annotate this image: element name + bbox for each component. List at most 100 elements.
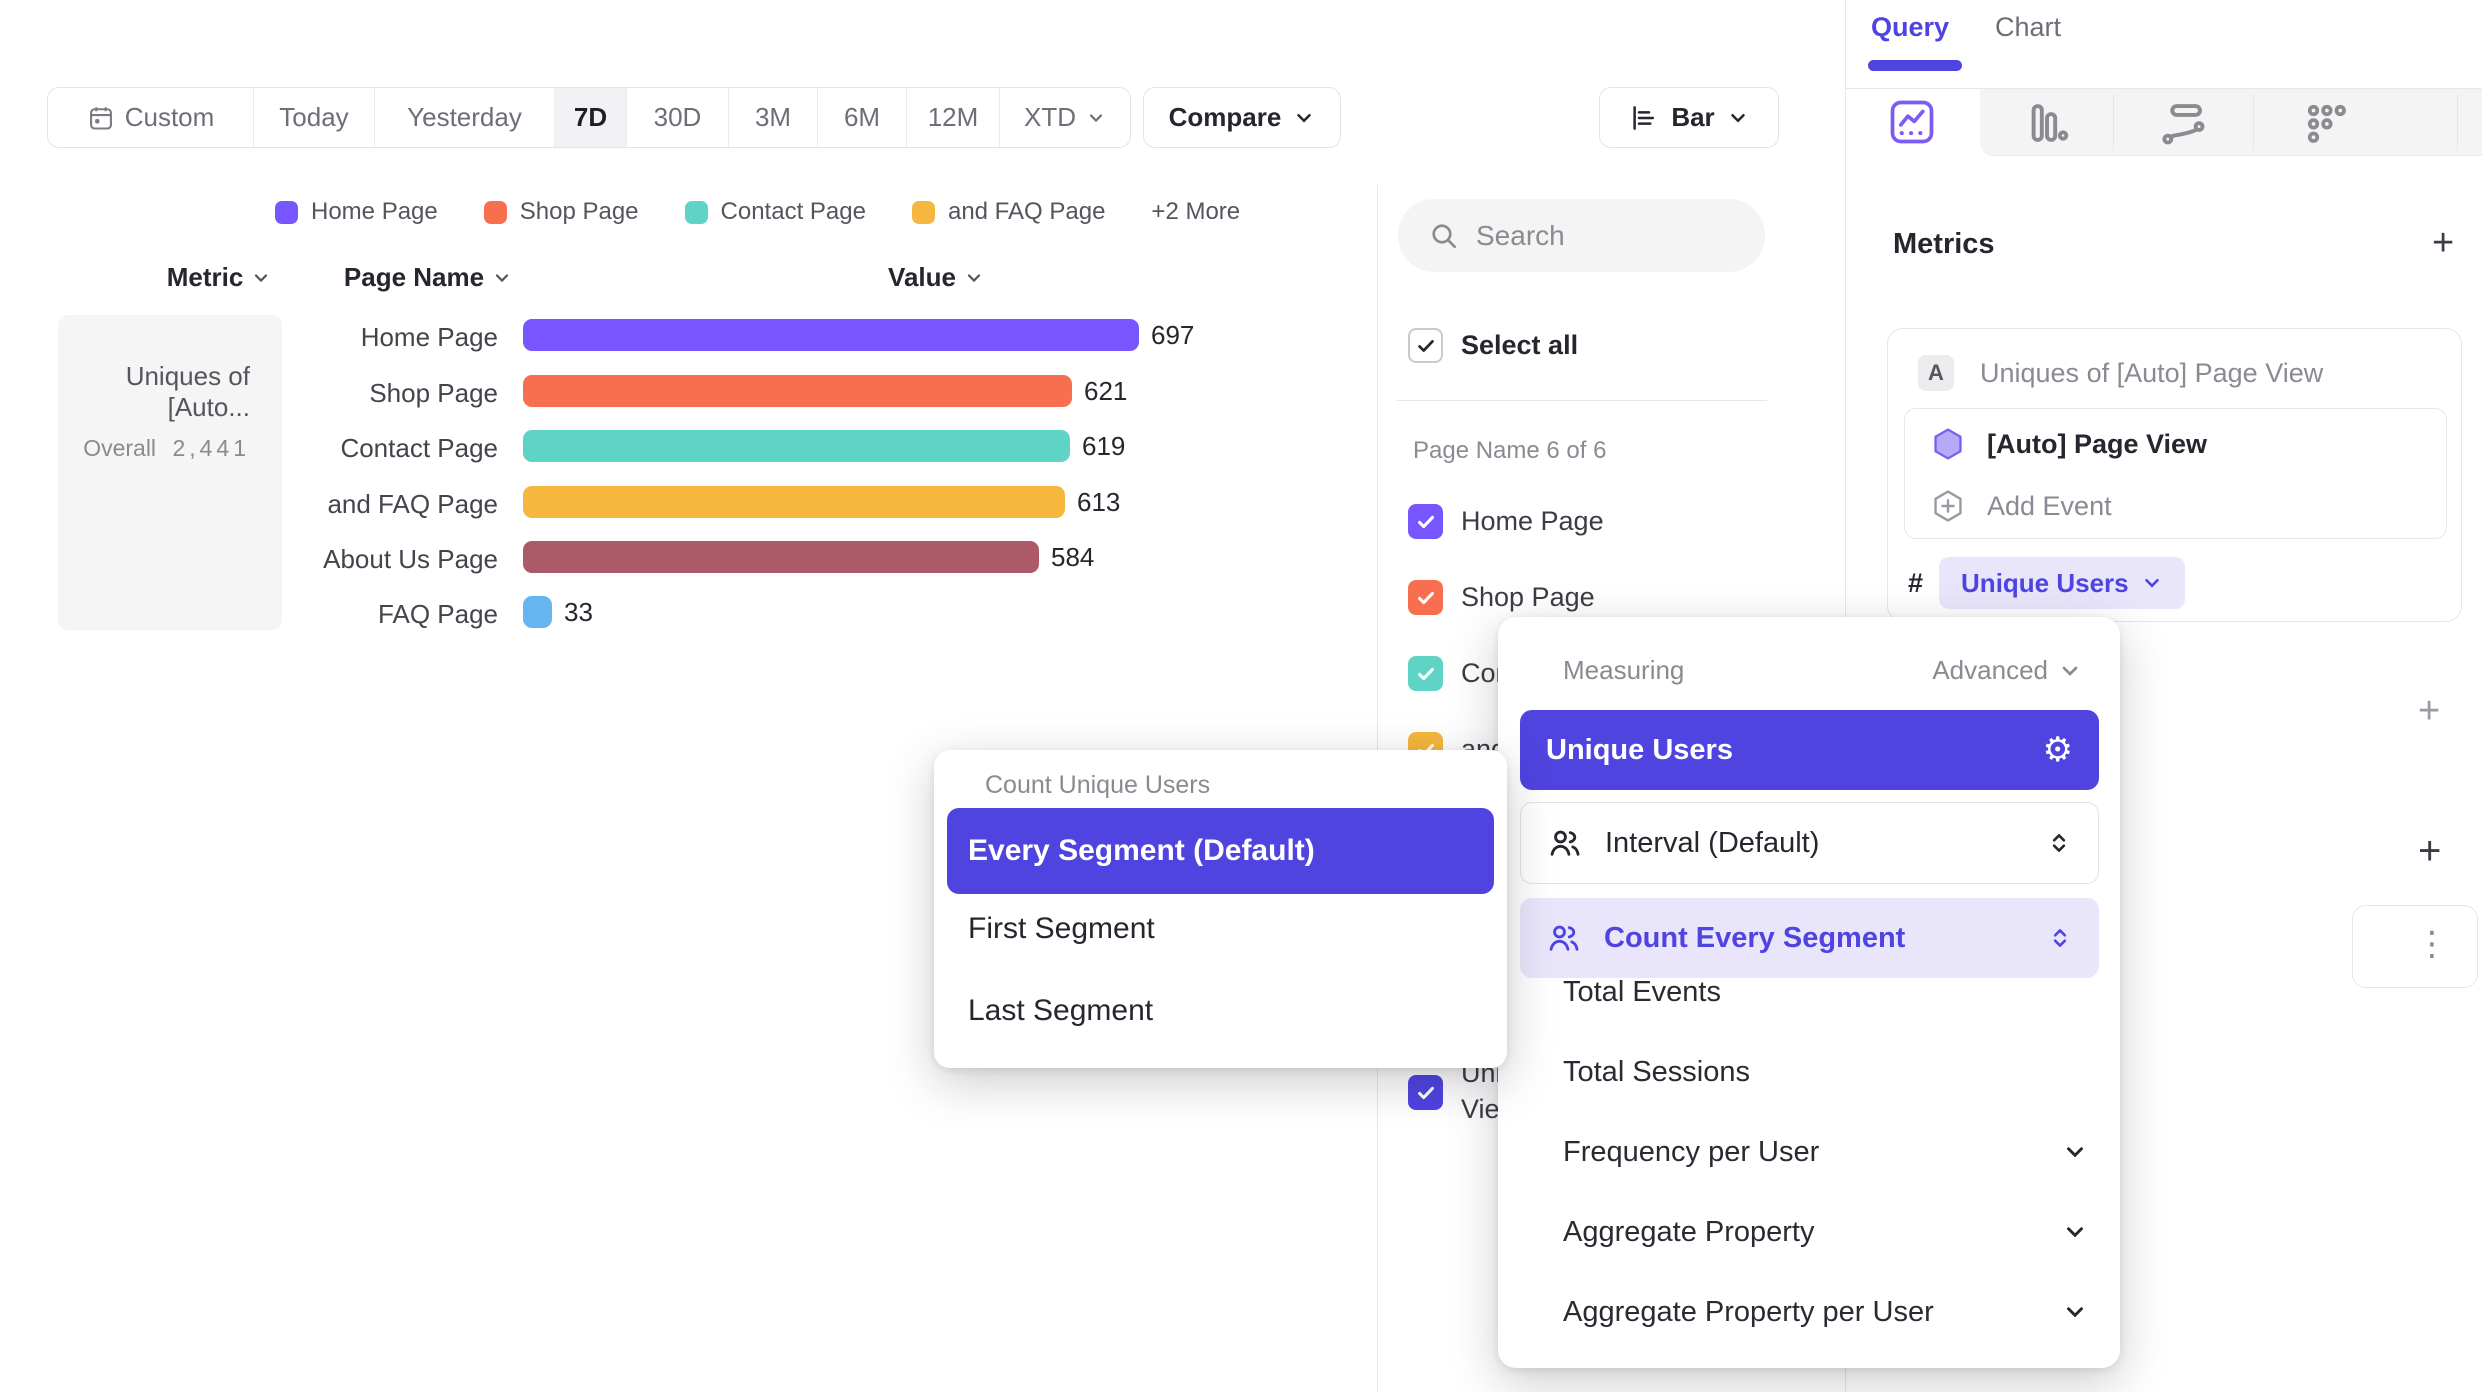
metric-card[interactable]: A Uniques of [Auto] Page View [Auto] Pag… [1887, 328, 2462, 622]
chevron-down-icon [251, 268, 271, 288]
search-placeholder: Search [1476, 220, 1565, 252]
metrics-header: Metrics [1893, 228, 1995, 261]
select-all-row[interactable]: Select all [1408, 328, 1578, 363]
measuring-count-mode-select[interactable]: Count Every Segment [1520, 898, 2099, 978]
bar-value: 584 [1051, 542, 1094, 573]
date-range-xtd[interactable]: XTD [999, 88, 1130, 147]
report-tab-funnels[interactable] [2022, 98, 2072, 153]
insights-chart-icon [1886, 135, 1938, 152]
hash-label: # [1908, 568, 1923, 599]
chart-type-dropdown[interactable]: Bar [1599, 87, 1779, 148]
metric-summary-cell[interactable]: Uniques of [Auto... Overall 2,441 [58, 315, 282, 630]
checkbox[interactable] [1408, 1075, 1443, 1110]
gear-icon[interactable]: ⚙ [2043, 730, 2073, 770]
chevron-down-icon [2062, 1299, 2088, 1325]
chevron-down-icon [2058, 659, 2082, 683]
measuring-option-aggregate-property[interactable]: Aggregate Property [1563, 1214, 2088, 1250]
retention-dots-icon [2301, 135, 2351, 152]
bar-shop-page[interactable] [523, 375, 1072, 407]
date-range-3m[interactable]: 3M [728, 88, 817, 147]
date-range-12m[interactable]: 12M [906, 88, 999, 147]
report-tab-flows[interactable] [2158, 98, 2208, 153]
overflow-dots-icon[interactable]: ⋮ [2415, 924, 2449, 964]
report-tab-retention[interactable] [2301, 98, 2351, 153]
add-filter-button[interactable]: + [2418, 690, 2440, 733]
date-range-custom[interactable]: Custom [48, 88, 253, 147]
date-range-yesterday[interactable]: Yesterday [374, 88, 554, 147]
legend-item[interactable]: Contact Page [685, 198, 866, 226]
metric-title: Uniques of [Auto... [58, 361, 250, 423]
search-input[interactable]: Search [1398, 199, 1765, 272]
bar-and-faq-page[interactable] [523, 486, 1065, 518]
count-option-last-segment[interactable]: Last Segment [968, 994, 1153, 1028]
bar-faq-page[interactable] [523, 596, 552, 628]
measuring-popup: Measuring Advanced Unique Users ⚙ Interv… [1498, 617, 2120, 1368]
chevron-down-icon [1293, 107, 1315, 129]
breakdown-card-edge: ⋮ [2352, 905, 2478, 988]
row-label: FAQ Page [248, 599, 498, 630]
active-tab-underline [1868, 60, 1962, 71]
bar-contact-page[interactable] [523, 430, 1070, 462]
chevron-down-icon [1727, 107, 1749, 129]
chart-legend: Home Page Shop Page Contact Page and FAQ… [275, 198, 1240, 226]
tab-chart[interactable]: Chart [1995, 12, 2061, 43]
bar-home-page[interactable] [523, 319, 1139, 351]
list-divider [1397, 400, 1767, 401]
compare-button[interactable]: Compare [1143, 87, 1341, 148]
chevron-down-icon [964, 268, 984, 288]
date-range-7d[interactable]: 7D [554, 88, 626, 147]
checkbox[interactable] [1408, 580, 1443, 615]
event-hexagon-icon [1931, 427, 1965, 461]
measuring-option-frequency-per-user[interactable]: Frequency per User [1563, 1134, 2088, 1170]
metric-card-title: Uniques of [Auto] Page View [1980, 358, 2323, 389]
row-label: About Us Page [248, 544, 498, 575]
chevron-down-icon [2062, 1219, 2088, 1245]
measuring-option-unique-users[interactable]: Unique Users ⚙ [1520, 710, 2099, 790]
add-event-row[interactable]: Add Event [1931, 489, 2112, 523]
column-header-metric[interactable]: Metric [119, 262, 319, 293]
search-icon [1428, 220, 1460, 252]
date-range-6m[interactable]: 6M [817, 88, 906, 147]
column-header-value[interactable]: Value [836, 262, 1036, 293]
select-all-checkbox[interactable] [1408, 328, 1443, 363]
report-tab-row [1846, 88, 2482, 155]
measuring-option-total-events[interactable]: Total Events [1563, 974, 2078, 1010]
legend-more[interactable]: +2 More [1151, 198, 1240, 226]
select-arrows-icon [2047, 925, 2073, 951]
event-row[interactable]: [Auto] Page View [1931, 427, 2207, 461]
date-range-today[interactable]: Today [253, 88, 374, 147]
bar-about-us-page[interactable] [523, 541, 1039, 573]
event-card: [Auto] Page View Add Event [1904, 408, 2447, 539]
users-icon [1546, 920, 1582, 956]
tab-query[interactable]: Query [1871, 12, 1949, 43]
measure-chip[interactable]: Unique Users [1939, 557, 2185, 609]
add-event-hexagon-icon [1931, 489, 1965, 523]
advanced-toggle[interactable]: Advanced [1932, 655, 2082, 686]
flows-icon [2158, 135, 2208, 152]
legend-item[interactable]: Shop Page [484, 198, 639, 226]
series-item-shop-page[interactable]: Shop Page [1408, 580, 1595, 615]
users-icon [1547, 825, 1583, 861]
measuring-interval-select[interactable]: Interval (Default) [1520, 802, 2099, 884]
metric-overall-value: 2,441 [172, 435, 250, 461]
count-option-first-segment[interactable]: First Segment [968, 912, 1155, 946]
add-event-label: Add Event [1987, 491, 2112, 522]
series-item-home-page[interactable]: Home Page [1408, 504, 1604, 539]
legend-item[interactable]: and FAQ Page [912, 198, 1105, 226]
legend-swatch [912, 201, 935, 224]
add-metric-button[interactable]: + [2432, 222, 2454, 265]
checkbox[interactable] [1408, 504, 1443, 539]
calendar-icon [87, 104, 115, 132]
chevron-down-icon [2141, 572, 2163, 594]
report-tab-insights[interactable] [1886, 96, 1938, 153]
checkbox[interactable] [1408, 656, 1443, 691]
measuring-option-total-sessions[interactable]: Total Sessions [1563, 1054, 2078, 1090]
count-option-every-segment[interactable]: Every Segment (Default) [947, 808, 1494, 894]
measuring-option-aggregate-property-per-user[interactable]: Aggregate Property per User [1563, 1294, 2088, 1330]
add-breakdown-button[interactable]: + [2418, 829, 2441, 874]
legend-item[interactable]: Home Page [275, 198, 438, 226]
date-range-30d[interactable]: 30D [626, 88, 728, 147]
measuring-header: Measuring [1563, 655, 1684, 686]
row-label: and FAQ Page [248, 489, 498, 520]
column-header-page-name[interactable]: Page Name [328, 262, 528, 293]
